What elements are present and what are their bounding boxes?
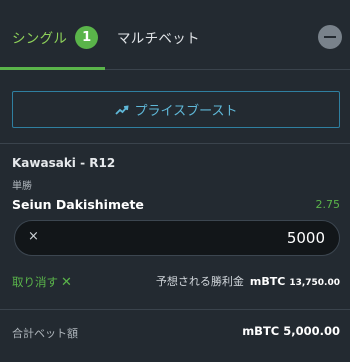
minimize-betslip-button[interactable] bbox=[318, 25, 342, 49]
stake-input[interactable]: × 5000 bbox=[14, 220, 340, 256]
potential-winnings-label: 予想される勝利金 bbox=[155, 275, 244, 288]
selection-count-badge: 1 bbox=[75, 25, 99, 49]
clear-stake-button[interactable]: × bbox=[28, 229, 39, 244]
potential-winnings-value: 13,750.00 bbox=[289, 278, 340, 288]
tab-multibet[interactable]: マルチベット bbox=[117, 22, 200, 52]
remove-selection-button[interactable]: 取り消す ✕ bbox=[12, 274, 72, 290]
active-tab-indicator bbox=[0, 67, 105, 70]
minus-icon bbox=[324, 36, 336, 38]
tab-multibet-label: マルチベット bbox=[117, 31, 200, 47]
close-icon: ✕ bbox=[61, 274, 72, 290]
total-stake-label: 合計ベット額 bbox=[12, 327, 78, 340]
divider bbox=[0, 309, 350, 310]
remove-label: 取り消す bbox=[12, 275, 58, 289]
tab-single[interactable]: シングル 1 bbox=[12, 22, 99, 52]
race-name: Kawasaki - R12 bbox=[12, 156, 116, 170]
potential-winnings: 予想される勝利金 mBTC 13,750.00 bbox=[156, 273, 340, 289]
price-boost-button[interactable]: プライスブースト bbox=[12, 91, 340, 128]
trending-up-icon bbox=[114, 104, 129, 115]
betslip-tabs: シングル 1 マルチベット bbox=[0, 0, 350, 70]
market-type: 単勝 bbox=[12, 181, 32, 192]
selection-odds: 2.75 bbox=[315, 198, 341, 211]
potential-winnings-currency: mBTC bbox=[249, 275, 286, 288]
selection-name: Seiun Dakishimete bbox=[12, 197, 144, 212]
total-stake-value: mBTC 5,000.00 bbox=[242, 324, 340, 338]
tab-single-label: シングル bbox=[12, 31, 68, 47]
stake-value: 5000 bbox=[286, 229, 325, 247]
divider bbox=[0, 143, 350, 144]
price-boost-label: プライスブースト bbox=[134, 104, 238, 119]
